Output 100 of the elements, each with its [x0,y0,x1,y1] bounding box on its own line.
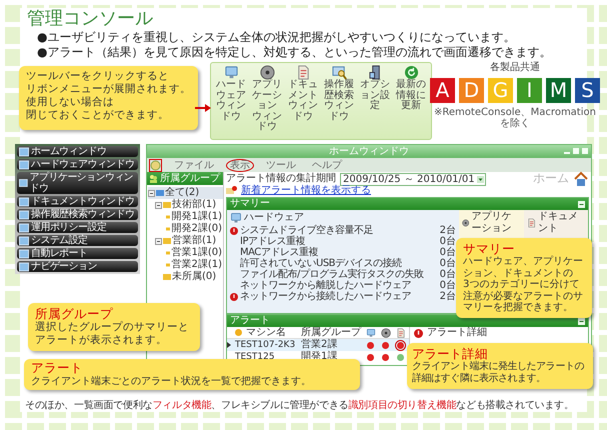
ribbon-button[interactable]: アプリケーション ウィンドウ [249,65,285,137]
panel-title: サマリー [230,198,270,210]
app-orb-icon[interactable] [149,158,162,172]
alert-icon [230,292,238,300]
launcher-menu-item[interactable]: ナビゲーション [17,261,138,272]
count-text: 2台 [438,291,456,302]
note-text: ※RemoteConsole、Macromationを除く [433,106,597,128]
tree-item[interactable]: 開発1課(1) [162,211,223,223]
disc-icon [380,328,390,338]
window-title: ホームウィンドウ [329,146,409,158]
launcher-menu-item[interactable]: アプリケーションウィンドウ [17,172,138,194]
people-icon [149,174,158,183]
category-title: アプリケーション [471,211,512,234]
bullet-text: ●ユーザビリティを重視し、システム全体の状況把握がしやすいつくりになっています。 [37,30,516,45]
callout-text: クライアント端末に発生したアラートの 詳細はすぐ隣に表示されます。 [412,361,585,385]
home-icon[interactable] [573,171,589,187]
summary-item: ネットワークから接続したハードウェア [240,291,412,302]
date-range-select[interactable]: 2009/10/25 ～ 2010/01/01 [340,172,486,186]
alert-icon [230,226,238,234]
computer-icon [368,65,382,80]
launcher-menu-item[interactable]: 運用ポリシー設定 [17,222,138,233]
summary-item: ネットワークから離脱したハードウェア [240,280,412,291]
callout-text: 選択したグループのサマリーと アラートが表示されます。 [35,321,190,347]
tree-item[interactable]: 営業2課(1) [162,259,223,271]
bullet-text: ●アラート（結果）を見て原因を特定し、対処する、といった管理の流れで画面遷移できます。 [37,45,552,60]
monitor-icon [230,212,242,224]
table-cell-text: TEST125 [235,352,276,362]
launcher-menu-item[interactable]: 操作履歴検索ウィンドウ [17,209,138,220]
tree-item[interactable]: 未所属(0) [155,271,223,283]
launcher-menu-item[interactable]: 自動レポート [17,248,138,259]
caret-icon [476,176,484,182]
table-cell-text: 営業2課 [301,339,338,350]
callout-text: クライアント端末ごとのアラート状況を一覧で把握できます。 [31,375,312,388]
tree-item[interactable]: 全て(2) [148,187,223,199]
count-text: 0台 [438,280,456,291]
callout-text: ツールバーをクリックすると リボンメニューが展開されます。 使用しない場合は 閉じておくことができます。 [26,70,191,122]
table-cell-text: TEST107-2K3 [235,340,296,350]
callout-text: ハードウェア、アプリケーション、ドキュメントの 3つのカテゴリーに分けて注意が必要なアラートのサマリーを把握できます。 [463,256,584,314]
menu-item[interactable]: ヘルプ [308,158,346,172]
summary-item: 許可されていないUSBデバイスの接続 [240,258,403,269]
minus-box-icon[interactable] [148,190,155,196]
launcher-menu-item[interactable]: ハードウェアウィンドウ [17,159,138,170]
menu-item[interactable]: ファイル [170,158,218,172]
summary-item: IPアドレス重複 [240,236,305,247]
ribbon-button[interactable]: 操作履歴検索 ウィンドウ [321,65,357,137]
panel-title: アラート [230,315,270,327]
launcher-menu-item[interactable]: ホームウィンドウ [17,146,138,157]
callout-title: アラート詳細 [412,347,488,361]
collapse-icon[interactable] [578,200,585,208]
minus-box-icon[interactable] [155,202,162,208]
monitor-icon [366,328,376,338]
tree-item[interactable]: 営業1課(0) [162,247,223,259]
tree-item[interactable]: 開発2課(0) [162,223,223,235]
disc-icon [260,65,274,80]
product-badge: S [575,78,600,102]
document-icon [396,328,406,338]
tree-item[interactable]: 技術部(1) [155,199,223,211]
ribbon-button[interactable]: ハードウェア ウィンドウ [213,65,249,137]
document-icon [526,216,536,228]
callout-title: サマリー [463,242,516,256]
new-alerts-link[interactable]: 新着アラート情報を表示する [241,184,371,196]
disc-icon [462,216,470,228]
home-label: ホーム [533,172,569,186]
caption-text: 各製品共通 [490,62,540,74]
menu-item[interactable]: ツール [262,158,300,172]
panel-title: 所属グループ [160,172,220,184]
count-text: 0台 [438,236,456,247]
product-badge: I [517,78,542,102]
count-text: 0台 [438,258,456,269]
count-text: 0台 [438,247,456,258]
menu-item[interactable]: 表示 [226,158,254,172]
monitor-icon [224,65,238,80]
product-badge: G [488,78,513,102]
refresh-icon [404,65,418,80]
count-text: 0台 [438,269,456,280]
document-icon [296,65,310,80]
minus-box-icon[interactable] [155,238,162,244]
product-badge: M [546,78,571,102]
table-row[interactable]: TEST107-2K3 営業2課 [227,339,409,351]
ribbon-button[interactable]: オプション設定 [357,65,393,137]
column-header[interactable]: 所属グループ [301,326,363,338]
summary-item: ファイル配布/プログラム実行タスクの失敗 [240,269,424,280]
product-badge: D [459,78,484,102]
column-header[interactable]: マシン名 [246,326,286,338]
launcher-menu-item[interactable]: ドキュメントウィンドウ [17,196,138,207]
ribbon-button[interactable]: ドキュメント ウィンドウ [285,65,321,137]
period-label: アラート情報の集計期間 [226,173,336,184]
tree-item[interactable]: 営業部(1) [155,235,223,247]
detail-title: アラート詳細 [427,327,487,339]
launcher-menu-item[interactable]: システム設定 [17,235,138,246]
footer-text: そのほか、一覧画面で便利なフィルタ機能、フレキシブルに管理ができる識別項目の切り替え機能なども搭載されています。 [25,400,575,412]
category-title: ドキュメント [538,211,579,234]
callout-title: アラート [31,361,84,375]
summary-item: システムドライブ空き容量不足 [240,225,374,236]
alert-mail-icon [226,186,237,195]
summary-item: MACアドレス重複 [240,247,319,258]
count-text: 2台 [438,225,456,236]
ribbon-button[interactable]: 最新の情報に更新 [393,65,429,137]
category-title: ハードウェア [244,212,304,224]
callout-title: 所属グループ [35,307,113,321]
